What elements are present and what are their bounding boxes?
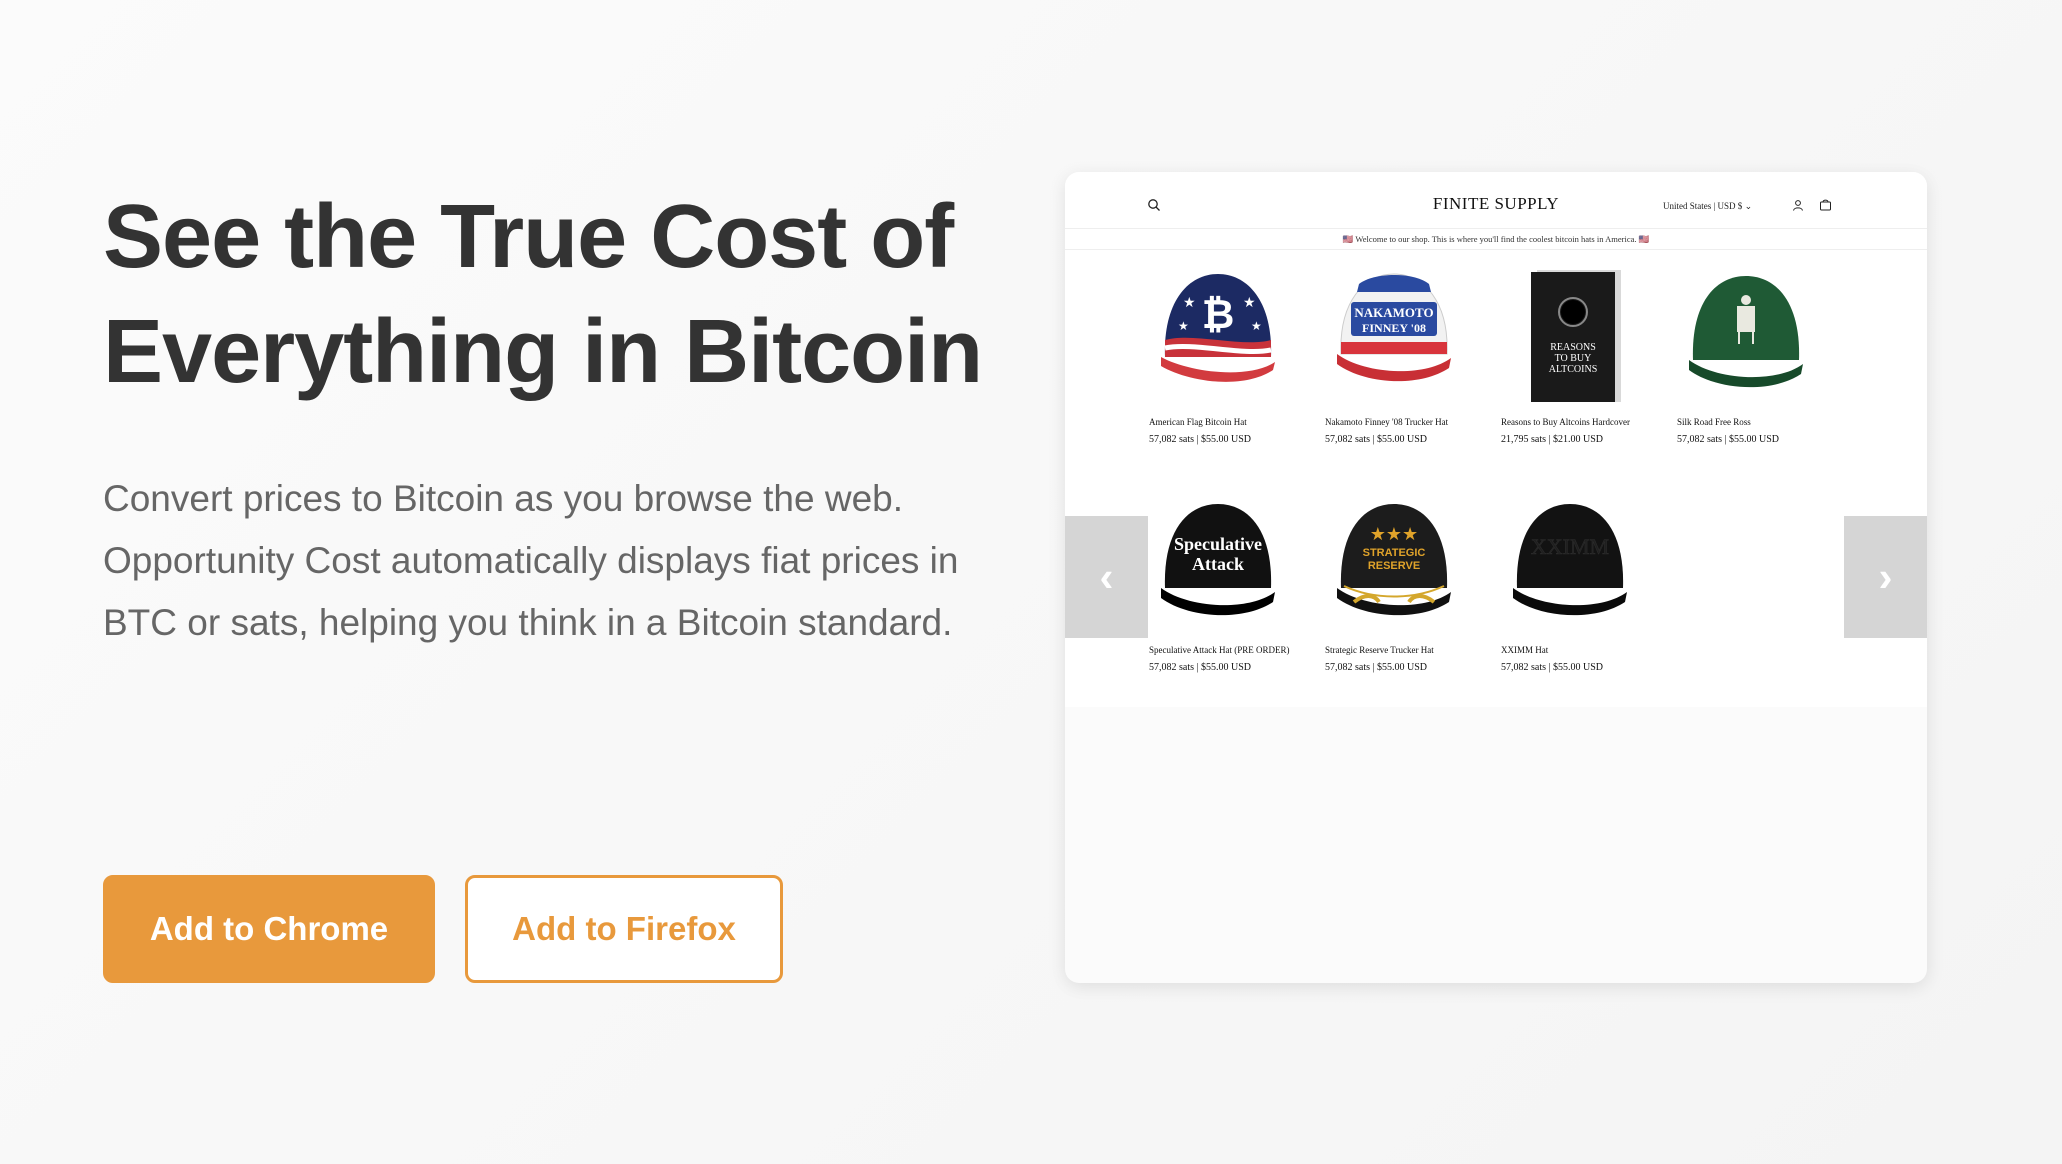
hero-left: See the True Cost of Everything in Bitco… [103, 180, 983, 654]
product-image: ₿ ★ ★ ★ ★ [1143, 262, 1293, 402]
svg-text:RESERVE: RESERVE [1368, 560, 1420, 572]
svg-text:Speculative: Speculative [1174, 534, 1262, 554]
cart-icon[interactable] [1819, 199, 1832, 211]
product-price: 57,082 sats | $55.00 USD [1149, 662, 1252, 673]
svg-text:FINNEY '08: FINNEY '08 [1362, 321, 1426, 335]
add-to-chrome-button[interactable]: Add to Chrome [103, 875, 435, 983]
svg-text:XXIMM: XXIMM [1531, 534, 1609, 559]
product-image: REASONS TO BUY ALTCOINS [1495, 262, 1645, 402]
product-image: XXIMM [1495, 490, 1645, 630]
svg-text:₿: ₿ [1202, 292, 1235, 338]
shop-preview-screenshot: FINITE SUPPLY United States | USD $ ⌄ 🇺🇸… [1065, 172, 1927, 983]
product-name: Strategic Reserve Trucker Hat [1325, 645, 1434, 655]
chevron-left-icon: ‹ [1099, 553, 1114, 600]
product-image: ★★★ STRATEGIC RESERVE [1319, 490, 1469, 630]
product-price: 57,082 sats | $55.00 USD [1501, 662, 1604, 673]
product-name: Reasons to Buy Altcoins Hardcover [1501, 417, 1630, 427]
product-image: Speculative Attack [1143, 490, 1293, 630]
region-selector[interactable]: United States | USD $ ⌄ [1663, 201, 1752, 212]
product-name: Nakamoto Finney '08 Trucker Hat [1325, 417, 1449, 427]
svg-text:★: ★ [1178, 319, 1189, 333]
carousel-next-button[interactable]: › [1844, 516, 1927, 638]
product-name: Silk Road Free Ross [1677, 417, 1751, 427]
svg-text:TO BUY: TO BUY [1555, 353, 1592, 364]
svg-text:★: ★ [1183, 294, 1196, 310]
shop-header: FINITE SUPPLY United States | USD $ ⌄ [1065, 172, 1927, 228]
svg-text:★★★: ★★★ [1370, 524, 1418, 544]
product-name: American Flag Bitcoin Hat [1149, 417, 1247, 427]
svg-text:Attack: Attack [1192, 554, 1244, 574]
chevron-right-icon: › [1878, 553, 1893, 600]
hero-description: Convert prices to Bitcoin as you browse … [103, 478, 959, 643]
product-image: NAKAMOTO FINNEY '08 [1319, 262, 1469, 402]
product-price: 21,795 sats | $21.00 USD [1501, 434, 1604, 445]
svg-text:REASONS: REASONS [1550, 342, 1596, 353]
product-price: 57,082 sats | $55.00 USD [1677, 434, 1780, 445]
carousel-prev-button[interactable]: ‹ [1065, 516, 1148, 638]
svg-text:★: ★ [1243, 294, 1256, 310]
svg-text:STRATEGIC: STRATEGIC [1363, 547, 1426, 559]
product-name: XXIMM Hat [1501, 645, 1549, 655]
product-price: 57,082 sats | $55.00 USD [1325, 434, 1428, 445]
svg-text:★: ★ [1251, 319, 1262, 333]
product-price: 57,082 sats | $55.00 USD [1325, 662, 1428, 673]
product-image [1671, 262, 1821, 402]
product-name: Speculative Attack Hat (PRE ORDER) [1149, 645, 1290, 655]
add-to-firefox-button[interactable]: Add to Firefox [465, 875, 783, 983]
user-icon[interactable] [1792, 199, 1804, 211]
shop-page: FINITE SUPPLY United States | USD $ ⌄ 🇺🇸… [1065, 172, 1927, 707]
svg-text:NAKAMOTO: NAKAMOTO [1354, 305, 1433, 320]
cta-row: Add to Chrome Add to Firefox [103, 875, 783, 983]
product-price: 57,082 sats | $55.00 USD [1149, 434, 1252, 445]
svg-text:ALTCOINS: ALTCOINS [1549, 364, 1598, 375]
hero-title: See the True Cost of Everything in Bitco… [103, 187, 983, 402]
region-label: United States | USD $ [1663, 201, 1743, 211]
chevron-down-icon: ⌄ [1744, 201, 1753, 211]
shop-banner: 🇺🇸 Welcome to our shop. This is where yo… [1065, 228, 1927, 250]
